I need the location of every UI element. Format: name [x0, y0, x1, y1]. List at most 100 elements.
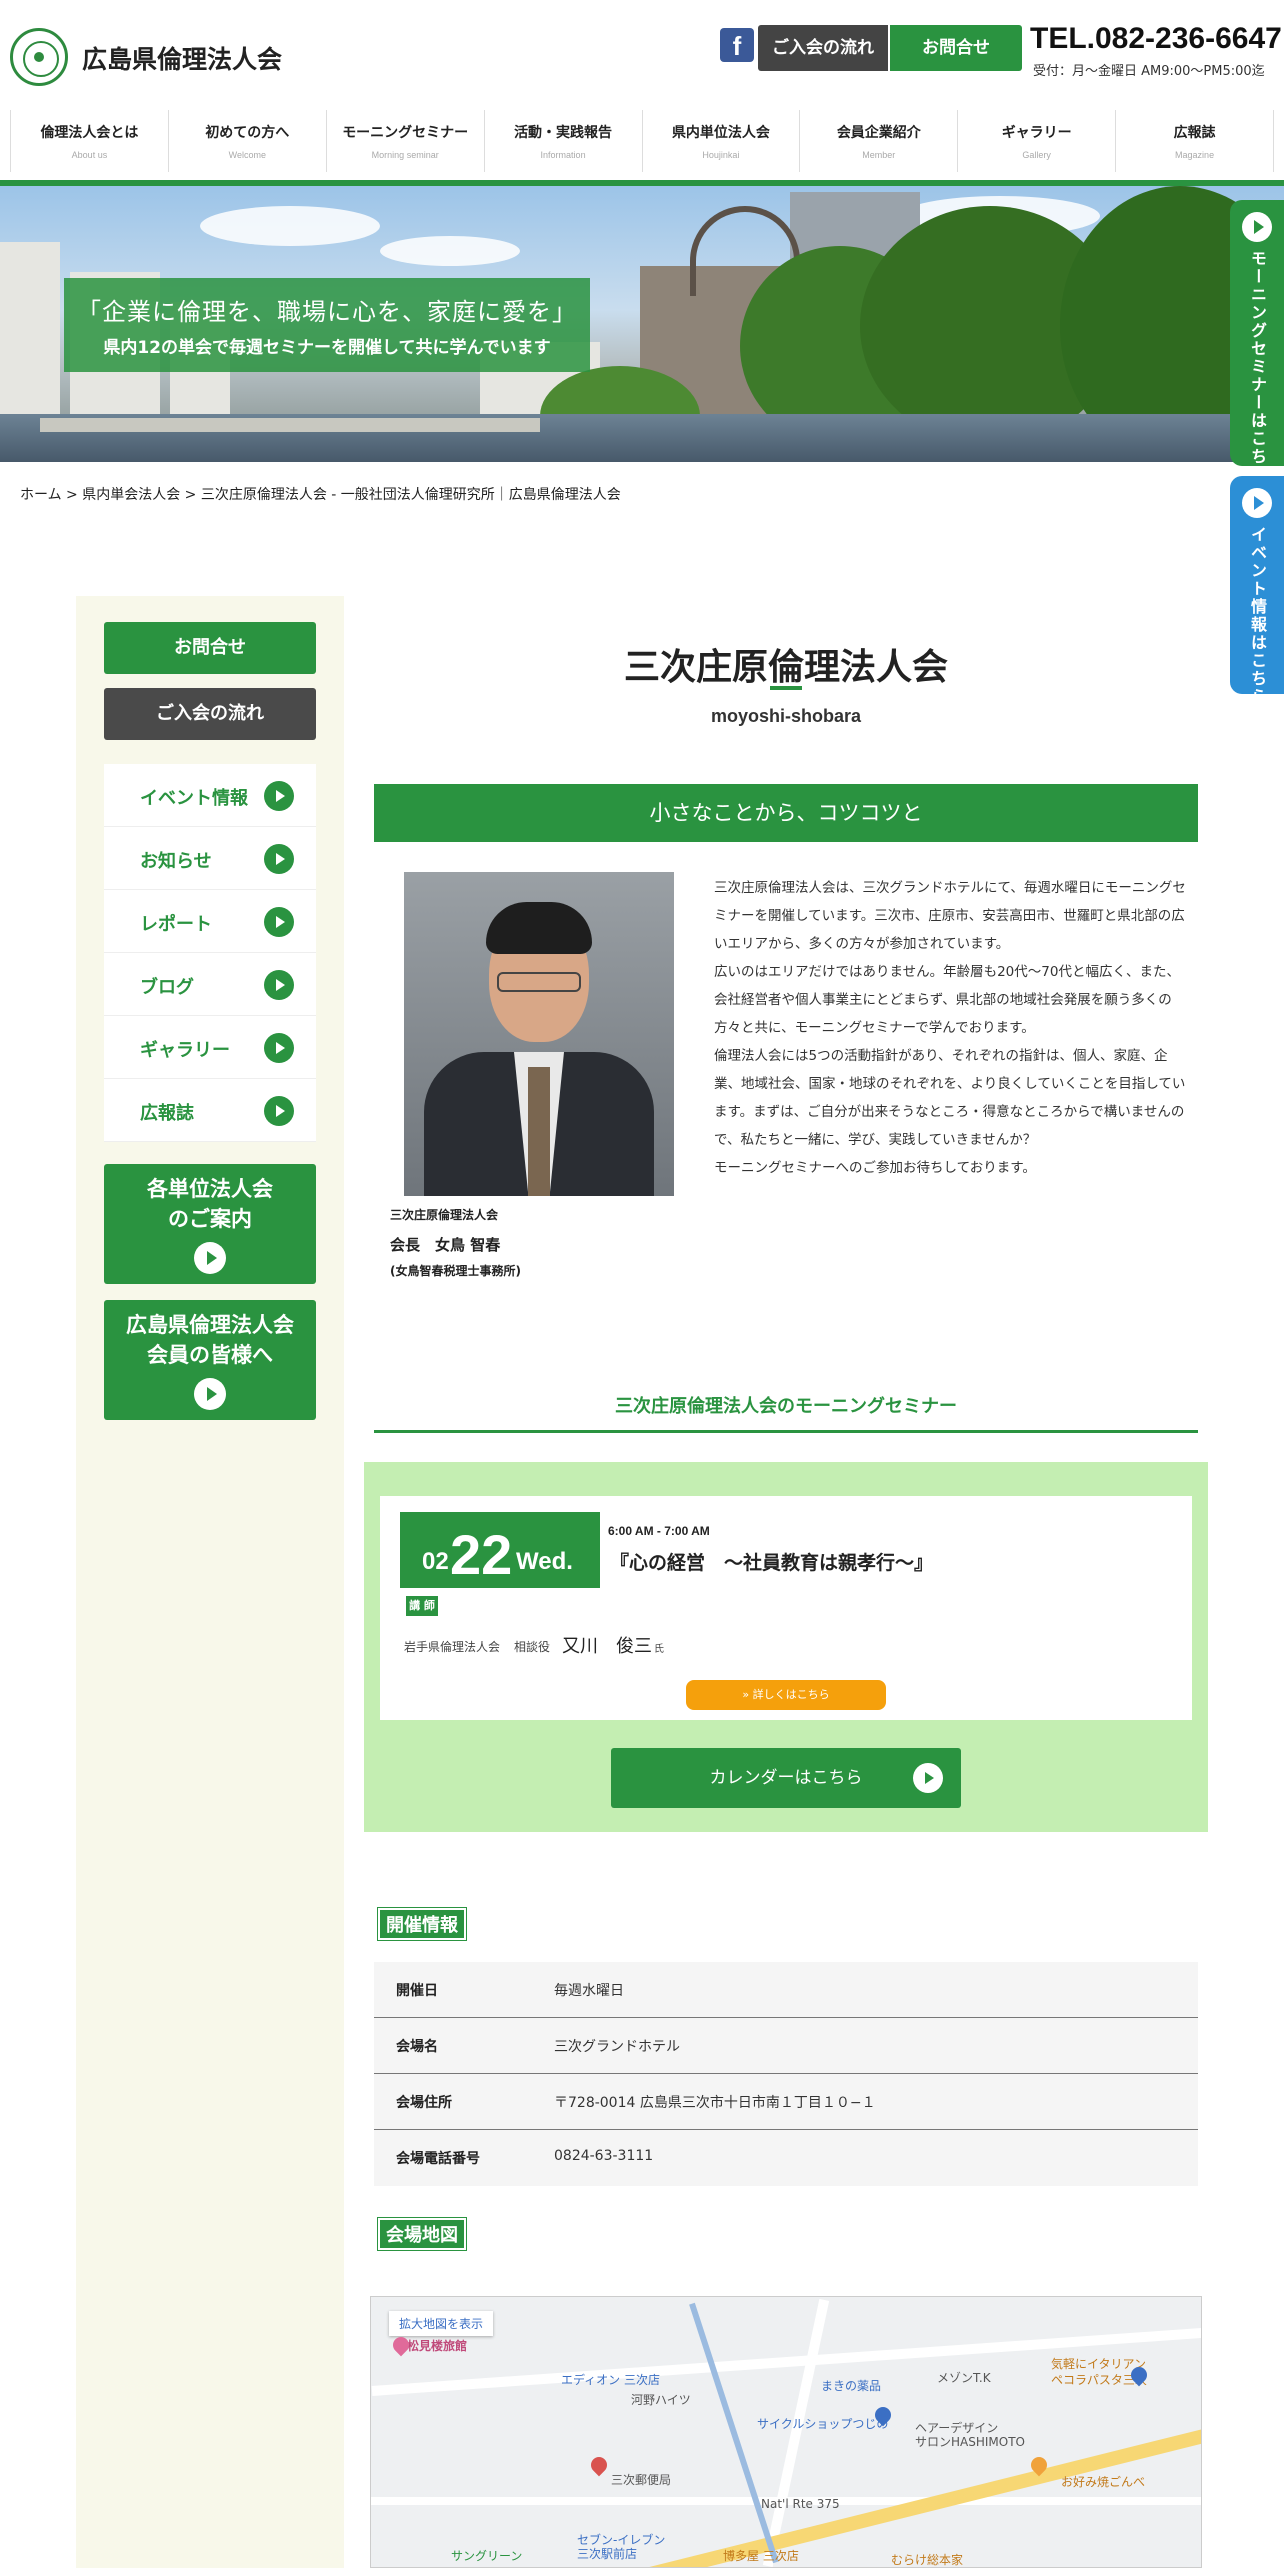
lecturer-org: 岩手県倫理法人会	[404, 1640, 501, 1654]
members-page-button[interactable]: 広島県倫理法人会 会員の皆様へ	[104, 1300, 316, 1420]
sidebar-item-blog[interactable]: ブログ	[104, 953, 316, 1016]
sidebar-item-label: 広報誌	[140, 1103, 194, 1124]
sidebar-item-events[interactable]: イベント情報	[104, 764, 316, 827]
nav-item-information[interactable]: 活動・実践報告 Information	[483, 110, 642, 172]
sidebar-item-gallery[interactable]: ギャラリー	[104, 1016, 316, 1079]
facebook-icon[interactable]: f	[720, 28, 754, 62]
members-page-line1: 広島県倫理法人会	[126, 1313, 294, 1337]
building	[0, 242, 60, 422]
sidebar-item-label: レポート	[140, 914, 212, 935]
map-heading: 会場地図	[377, 2217, 467, 2251]
map-label: 河野ハイツ	[631, 2393, 691, 2407]
nav-item-magazine[interactable]: 広報誌 Magazine	[1115, 110, 1274, 172]
nav-label: 会員企業紹介	[836, 125, 921, 141]
logo-icon[interactable]	[10, 28, 68, 86]
morning-seminar-tab[interactable]: モーニングセミナーはこちら	[1230, 200, 1284, 484]
event-info-tab-label: イベント情報はこちら	[1248, 526, 1267, 706]
event-details-button[interactable]: » 詳しくはこちら	[686, 1680, 886, 1710]
arrow-right-icon	[264, 970, 294, 1000]
info-key: 会場電話番号	[396, 2151, 480, 2167]
event-month: 02	[422, 1548, 449, 1575]
hero-image: 「企業に倫理を、職場に心を、家庭に愛を」 県内12の単会で毎週セミナーを開催して…	[0, 186, 1284, 462]
hero-banner: 「企業に倫理を、職場に心を、家庭に愛を」 県内12の単会で毎週セミナーを開催して…	[64, 278, 590, 372]
sidebar-item-label: ギャラリー	[140, 1040, 230, 1061]
table-row: 会場住所 〒728-0014 広島県三次市十日市南１丁目１０−１	[374, 2074, 1198, 2130]
hero-subtext: 県内12の単会で毎週セミナーを開催して共に学んでいます	[103, 338, 551, 358]
info-key: 開催日	[396, 1983, 438, 1999]
nav-sublabel: Magazine	[1175, 150, 1215, 160]
sidebar-item-label: イベント情報	[140, 788, 248, 809]
description-paragraph: 倫理法人会には5つの活動指針があり、それぞれの指針は、個人、家庭、企業、地域社会…	[714, 1048, 1186, 1148]
info-value: 三次グランドホテル	[554, 2039, 680, 2055]
lecturer-role: 相談役	[514, 1640, 551, 1654]
nav-item-welcome[interactable]: 初めての方へ Welcome	[167, 110, 326, 172]
branches-guide-line2: のご案内	[168, 1207, 252, 1231]
map-label: むらけ総本家	[891, 2553, 964, 2567]
cloud	[380, 236, 520, 266]
lecturer-name: 又川 俊三	[562, 1636, 652, 1657]
photo-hair	[486, 902, 592, 954]
event-info-heading: 開催情報	[377, 1907, 467, 1941]
nav-sublabel: Member	[862, 150, 896, 160]
nav-sublabel: Gallery	[1022, 150, 1051, 160]
sidebar-contact-button[interactable]: お問合せ	[104, 622, 316, 674]
page-subtitle: moyoshi-shobara	[710, 706, 862, 726]
sidebar-item-report[interactable]: レポート	[104, 890, 316, 953]
calendar-button-label: カレンダーはこちら	[709, 1768, 863, 1788]
info-value: 毎週水曜日	[554, 1983, 624, 1999]
morning-seminar-tab-label: モーニングセミナーはこちら	[1248, 250, 1267, 484]
nav-item-member[interactable]: 会員企業紹介 Member	[799, 110, 957, 172]
photo-caption-org: 三次庄原倫理法人会	[390, 1208, 499, 1222]
description-paragraph: 広いのはエリアだけではありません。年齢層も20代～70代と幅広く、また、会社経営…	[714, 964, 1180, 1036]
arrow-right-icon	[264, 1033, 294, 1063]
calendar-button[interactable]: カレンダーはこちら	[611, 1748, 961, 1808]
map-label: 三次郵便局	[611, 2473, 672, 2487]
table-row: 開催日 毎週水曜日	[374, 1962, 1198, 2018]
site-header: 広島県倫理法人会 f ご入会の流れ お問合せ TEL.082-236-6647 …	[0, 0, 1284, 100]
play-icon	[913, 1763, 943, 1793]
breadcrumb[interactable]: ホーム > 県内単会法人会 > 三次庄原倫理法人会 - 一般社団法人倫理研究所｜…	[20, 484, 621, 504]
sidebar-item-news[interactable]: お知らせ	[104, 827, 316, 890]
join-flow-button[interactable]: ご入会の流れ	[758, 25, 888, 71]
nav-sublabel: Welcome	[228, 150, 266, 160]
description: 三次庄原倫理法人会は、三次グランドホテルにて、毎週水曜日にモーニングセミナーを開…	[714, 874, 1188, 1182]
venue-map[interactable]: 拡大地図を表示 松見楼旅館 エディオン 三次店 河野ハイツ まきの薬品 メゾンT…	[370, 2296, 1202, 2568]
nav-label: 広報誌	[1173, 125, 1216, 141]
table-row: 会場電話番号 0824-63-3111	[374, 2130, 1198, 2186]
sidebar-item-magazine[interactable]: 広報誌	[104, 1079, 316, 1142]
map-label: エディオン 三次店	[561, 2373, 660, 2387]
sidebar-join-flow-button[interactable]: ご入会の流れ	[104, 688, 316, 740]
nav-label: 活動・実践報告	[514, 125, 613, 141]
contact-button[interactable]: お問合せ	[890, 25, 1022, 71]
branches-guide-button[interactable]: 各単位法人会 のご案内	[104, 1164, 316, 1284]
play-icon	[1242, 488, 1272, 518]
map-pin-icon	[587, 2453, 611, 2477]
nav-item-gallery[interactable]: ギャラリー Gallery	[957, 110, 1115, 172]
description-paragraph: 三次庄原倫理法人会は、三次グランドホテルにて、毎週水曜日にモーニングセミナーを開…	[714, 880, 1186, 952]
enlarge-map-link[interactable]: 拡大地図を表示	[389, 2311, 494, 2336]
nav-item-morning-seminar[interactable]: モーニングセミナー Morning seminar	[325, 110, 484, 172]
photo-caption-office: (女鳥智春税理士事務所)	[390, 1264, 521, 1278]
table-row: 会場名 三次グランドホテル	[374, 2018, 1198, 2074]
event-time: 6:00 AM - 7:00 AM	[608, 1524, 710, 1538]
lecturer-badge: 講 師	[406, 1596, 438, 1616]
map-label: サイクルショップつじの	[757, 2417, 889, 2431]
arrow-right-icon	[264, 844, 294, 874]
site-name[interactable]: 広島県倫理法人会	[82, 40, 282, 76]
play-icon	[1242, 212, 1272, 242]
photo-tie	[528, 1067, 550, 1196]
bridge	[40, 418, 540, 432]
nav-label: ギャラリー	[1001, 125, 1072, 141]
arrow-right-icon	[264, 907, 294, 937]
seminar-heading-rule	[374, 1430, 1198, 1433]
play-icon	[194, 1378, 226, 1410]
phone-number[interactable]: TEL.082-236-6647	[1030, 22, 1282, 56]
event-info-tab[interactable]: イベント情報はこちら	[1230, 476, 1284, 706]
nav-label: 倫理法人会とは	[40, 125, 139, 141]
page-title: 三次庄原倫理法人会	[623, 647, 948, 688]
nav-item-houjinkai[interactable]: 県内単位法人会 Houjinkai	[641, 110, 800, 172]
lecturer-honorific: 氏	[654, 1644, 664, 1655]
nav-item-about[interactable]: 倫理法人会とは About us	[10, 110, 168, 172]
event-title[interactable]: 『心の経営 ～社員教育は親孝行～』	[610, 1548, 933, 1575]
map-label: Nat'l Rte 375	[761, 2497, 840, 2511]
